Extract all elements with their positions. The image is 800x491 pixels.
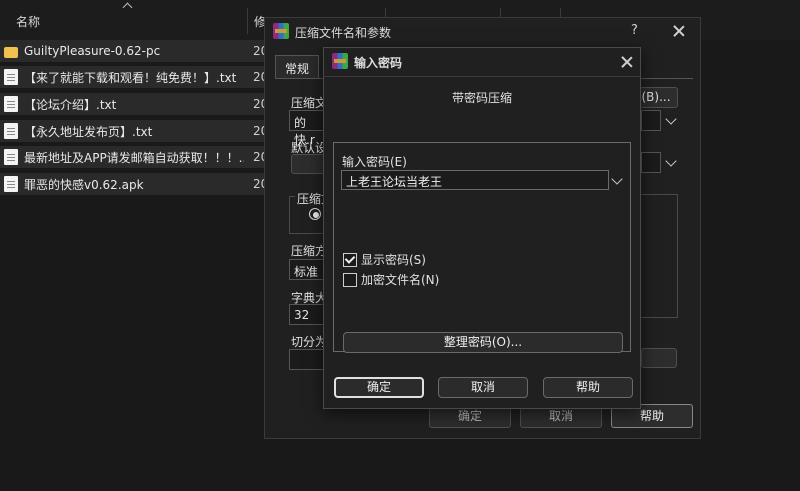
file-row[interactable]: GuiltyPleasure-0.62-pc 20 [0,40,268,62]
method-label: 压缩方 [291,244,328,258]
organize-passwords-button[interactable]: 整理密码(O)... [343,332,623,353]
file-name: 罪恶的快感v0.62.apk [24,177,144,192]
text-file-icon [4,69,18,85]
file-name: 最新地址及APP请发邮箱自动获取！！！.... [24,150,244,165]
archive-name-field-end[interactable] [641,110,661,131]
column-separator[interactable] [247,8,248,34]
set-password-button-partial[interactable] [641,348,677,368]
tab-general[interactable]: 常规 [275,55,320,79]
password-dialog: 输入密码 带密码压缩 输入密码(E) 上老王论坛当老王 显示密码(S) 加密文件… [323,47,641,409]
file-row[interactable]: 【来了就能下载和观看！纯免费！】.txt 20 [0,66,268,88]
file-row[interactable]: 最新地址及APP请发邮箱自动获取！！！.... 20 [0,146,268,168]
archive-name-label: 压缩文 [291,96,328,110]
folder-icon [4,46,18,58]
file-row[interactable]: 【论坛介绍】.txt 20 [0,93,268,115]
chevron-down-icon[interactable] [665,113,677,125]
file-row[interactable]: 【永久地址发布页】.txt 20 [0,120,268,142]
show-password-checkbox[interactable] [343,252,357,267]
text-file-icon [4,149,18,165]
cancel-button[interactable]: 取消 [438,377,528,398]
close-icon[interactable] [621,56,633,68]
title-divider [324,76,640,77]
dialog-title: 输入密码 [354,56,403,70]
column-name-header[interactable]: 名称 [16,13,40,30]
text-file-icon [4,123,18,139]
encrypt-names-label: 加密文件名(N) [361,273,440,287]
profile-select-end[interactable] [641,152,661,173]
rar-radio[interactable] [309,208,321,220]
apk-file-icon [4,176,18,192]
winrar-icon [332,53,348,69]
close-icon[interactable] [673,25,685,37]
file-name: GuiltyPleasure-0.62-pc [24,44,161,58]
help-question-icon[interactable]: ? [631,23,638,38]
password-input[interactable]: 上老王论坛当老王 [341,170,609,190]
encrypt-names-checkbox-row[interactable]: 加密文件名(N) [343,271,439,288]
ok-button[interactable]: 确定 [334,377,424,398]
chevron-down-icon[interactable] [665,155,677,167]
file-name: 【论坛介绍】.txt [24,97,117,112]
winrar-icon [273,23,289,39]
split-label: 切分为 [291,335,328,349]
file-row[interactable]: 罪恶的快感v0.62.apk 20 [0,173,268,195]
show-password-checkbox-row[interactable]: 显示密码(S) [343,251,426,268]
dialog-title: 压缩文件名和参数 [295,26,392,40]
file-name: 【来了就能下载和观看！纯免费！】.txt [24,70,237,85]
help-button[interactable]: 帮助 [543,377,633,398]
password-label: 输入密码(E) [342,155,407,169]
dialog-heading: 带密码压缩 [451,91,512,105]
sort-up-icon [122,2,133,13]
show-password-label: 显示密码(S) [361,253,426,267]
file-name: 【永久地址发布页】.txt [24,124,153,139]
profiles-button[interactable] [291,154,325,174]
encrypt-names-checkbox[interactable] [343,272,357,287]
text-file-icon [4,96,18,112]
